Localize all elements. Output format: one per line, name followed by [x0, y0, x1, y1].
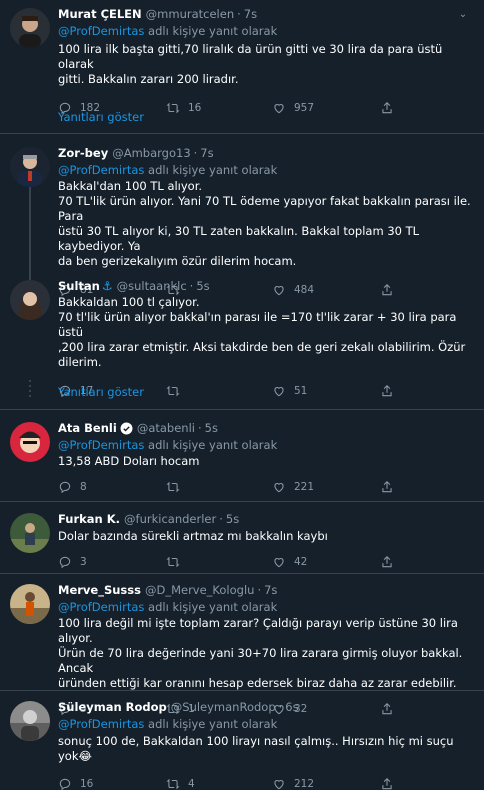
- retweet-button[interactable]: [166, 477, 188, 497]
- tweet-actions: 3 42: [58, 552, 472, 572]
- like-button[interactable]: 42: [272, 552, 307, 572]
- timestamp[interactable]: 5s: [196, 279, 209, 294]
- like-button[interactable]: 212: [272, 774, 314, 790]
- display-name[interactable]: Murat ÇELEN: [58, 7, 142, 22]
- tweet-header: Zor-bey @Ambargo13 · 7s: [58, 146, 214, 161]
- share-button[interactable]: [380, 774, 402, 790]
- retweet-icon: [166, 556, 180, 568]
- display-name[interactable]: Merve_Susss: [58, 583, 141, 598]
- heart-icon: [274, 780, 284, 790]
- tweet-merve[interactable]: Merve_Susss @D_Merve_Kologlu · 7s @ProfD…: [0, 574, 484, 716]
- share-icon: [382, 778, 392, 790]
- timestamp[interactable]: 5s: [226, 512, 239, 527]
- timestamp[interactable]: 7s: [200, 146, 213, 161]
- tweet-murat[interactable]: Murat ÇELEN @mmuratcelen · 7s ⌄ @ProfDem…: [0, 0, 484, 115]
- heart-icon: [274, 558, 284, 568]
- share-icon: [382, 556, 392, 568]
- display-name[interactable]: Zor-bey: [58, 146, 108, 161]
- mention-link[interactable]: @ProfDemirtas: [58, 163, 144, 177]
- tweet-text: Bakkal'dan 100 TL alıyor. 70 TL'lik ürün…: [58, 179, 471, 268]
- retweet-button[interactable]: 4: [166, 774, 195, 790]
- reply-to: @ProfDemirtas adlı kişiye yanıt olarak: [58, 717, 278, 731]
- retweet-icon: [166, 778, 180, 790]
- anchor-icon: ⚓: [101, 279, 113, 293]
- reply-to: @ProfDemirtas adlı kişiye yanıt olarak: [58, 24, 278, 38]
- show-replies-link[interactable]: Yanıtları göster: [0, 106, 484, 134]
- retweet-icon: [166, 481, 180, 493]
- display-name[interactable]: Süleyman Rodop: [58, 700, 167, 715]
- tweet-header: Furkan K. @furkicanderler · 5s: [58, 512, 240, 527]
- tweet-zorbey[interactable]: Zor-bey @Ambargo13 · 7s @ProfDemirtas ad…: [0, 134, 484, 297]
- tweet-text: 100 lira değil mi işte toplam zarar? Çal…: [58, 616, 463, 690]
- user-handle[interactable]: @atabenli: [137, 421, 195, 436]
- display-name[interactable]: Sultan: [58, 279, 100, 294]
- avatar[interactable]: [10, 280, 50, 320]
- share-button[interactable]: [380, 477, 402, 497]
- user-handle[interactable]: @mmuratcelen: [146, 7, 234, 22]
- show-replies-link[interactable]: Yanıtları göster: [0, 380, 484, 410]
- avatar[interactable]: [10, 422, 50, 462]
- user-handle[interactable]: @Ambargo13: [112, 146, 190, 161]
- tweet-actions: 16 4 212: [58, 774, 472, 790]
- tweet-text: 100 lira ilk başta gitti,70 liralık da ü…: [58, 42, 443, 86]
- avatar[interactable]: [10, 584, 50, 624]
- avatar[interactable]: [10, 147, 50, 187]
- heart-icon: [274, 483, 284, 493]
- tweet-header: Süleyman Rodop @SuleymanRodop · 6s: [58, 700, 299, 715]
- reply-icon: [59, 778, 71, 790]
- reply-icon: [59, 556, 71, 569]
- verified-icon: [120, 422, 133, 435]
- timestamp[interactable]: 7s: [244, 7, 257, 22]
- user-handle[interactable]: @D_Merve_Kologlu: [145, 583, 254, 598]
- display-name[interactable]: Furkan K.: [58, 512, 120, 527]
- mention-link[interactable]: @ProfDemirtas: [58, 717, 144, 731]
- tweet-header: Ata Benli @atabenli · 5s: [58, 421, 218, 436]
- reply-button[interactable]: 3: [58, 552, 87, 572]
- tweet-text: sonuç 100 de, Bakkaldan 100 lirayı nasıl…: [58, 734, 454, 763]
- tweet-text: 13,58 ABD Doları hocam: [58, 454, 200, 468]
- like-button[interactable]: 221: [272, 477, 314, 497]
- share-icon: [382, 481, 392, 493]
- tweet-furkan[interactable]: Furkan K. @furkicanderler · 5s Dolar baz…: [0, 502, 484, 574]
- tweet-header: Sultan ⚓ @sultaanklc · 5s: [58, 279, 210, 294]
- timestamp[interactable]: 5s: [205, 421, 218, 436]
- mention-link[interactable]: @ProfDemirtas: [58, 438, 144, 452]
- avatar[interactable]: [10, 8, 50, 48]
- mention-link[interactable]: @ProfDemirtas: [58, 600, 144, 614]
- reply-icon: [59, 481, 71, 494]
- chevron-down-icon[interactable]: ⌄: [456, 9, 470, 20]
- display-name[interactable]: Ata Benli: [58, 421, 117, 436]
- avatar[interactable]: [10, 513, 50, 553]
- reply-to: @ProfDemirtas adlı kişiye yanıt olarak: [58, 600, 278, 614]
- tweet-actions: 8 221: [58, 477, 472, 497]
- reply-button[interactable]: 16: [58, 774, 93, 790]
- share-button[interactable]: [380, 552, 402, 572]
- tweet-header: Merve_Susss @D_Merve_Kologlu · 7s: [58, 583, 278, 598]
- timestamp[interactable]: 6s: [285, 700, 298, 715]
- retweet-button[interactable]: [166, 552, 188, 572]
- user-handle[interactable]: @sultaanklc: [117, 279, 187, 294]
- reply-button[interactable]: 8: [58, 477, 87, 497]
- user-handle[interactable]: @SuleymanRodop: [171, 700, 276, 715]
- avatar[interactable]: [10, 701, 50, 741]
- user-handle[interactable]: @furkicanderler: [124, 512, 216, 527]
- tweet-text: Bakkaldan 100 tl çalıyor. 70 tl'lik ürün…: [58, 295, 466, 369]
- reply-to: @ProfDemirtas adlı kişiye yanıt olarak: [58, 163, 278, 177]
- tweet-text: Dolar bazında sürekli artmaz mı bakkalın…: [58, 529, 328, 543]
- tweet-header: Murat ÇELEN @mmuratcelen · 7s: [58, 7, 258, 22]
- reply-thread-feed: Murat ÇELEN @mmuratcelen · 7s ⌄ @ProfDem…: [0, 0, 484, 790]
- reply-to: @ProfDemirtas adlı kişiye yanıt olarak: [58, 438, 278, 452]
- tweet-suleyman[interactable]: Süleyman Rodop @SuleymanRodop · 6s @Prof…: [0, 691, 484, 790]
- tweet-sultan[interactable]: Sultan ⚓ @sultaanklc · 5s Bakkaldan 100 …: [0, 267, 484, 398]
- timestamp[interactable]: 7s: [264, 583, 277, 598]
- tweet-ata[interactable]: Ata Benli @atabenli · 5s @ProfDemirtas a…: [0, 410, 484, 502]
- mention-link[interactable]: @ProfDemirtas: [58, 24, 144, 38]
